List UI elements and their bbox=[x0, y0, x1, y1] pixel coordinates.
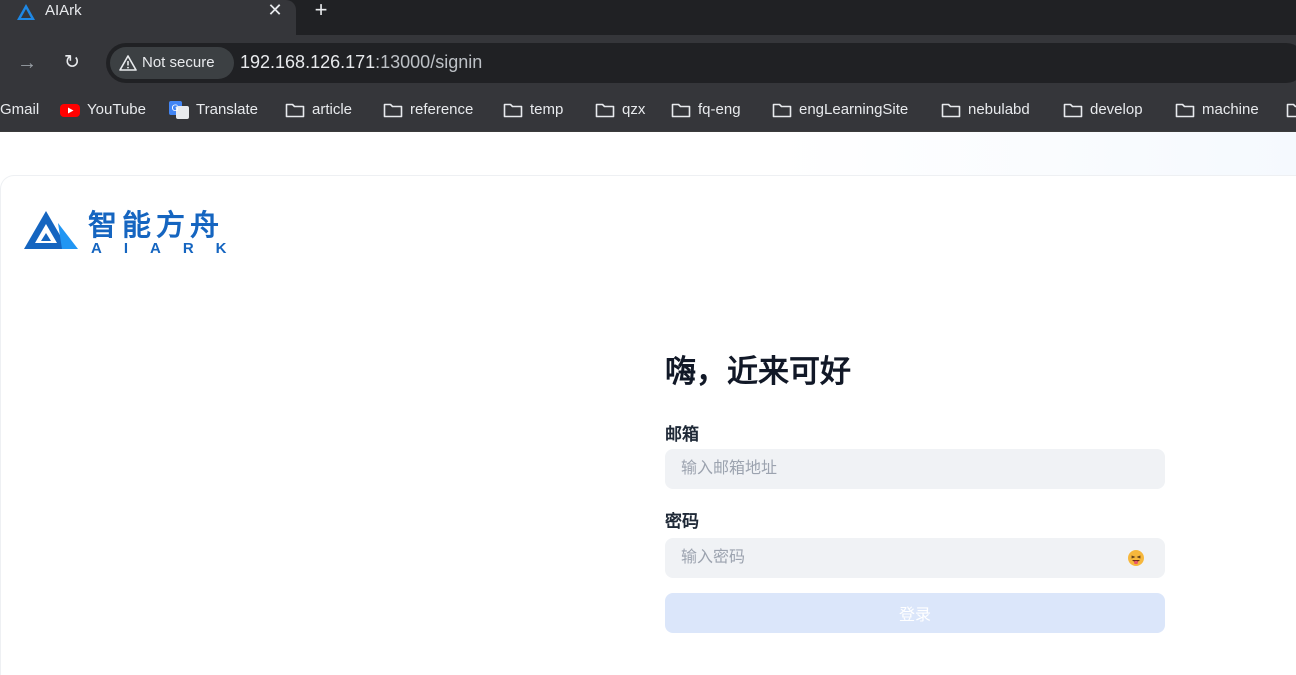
bookmark-label: fq-eng bbox=[698, 101, 741, 118]
password-label: 密码 bbox=[665, 512, 699, 531]
url-path: :13000/signin bbox=[375, 52, 483, 72]
youtube-icon bbox=[60, 104, 80, 117]
aiark-mountain-logo-icon bbox=[24, 211, 78, 249]
aiark-favicon-icon bbox=[17, 4, 35, 20]
folder-icon bbox=[595, 103, 615, 118]
address-bar[interactable]: Not secure 192.168.126.171:13000/signin bbox=[106, 43, 1296, 83]
email-field[interactable] bbox=[665, 449, 1165, 489]
password-visibility-emoji-icon[interactable] bbox=[1127, 549, 1145, 567]
bookmarks-bar: Gmail YouTube G Translate article refere… bbox=[0, 90, 1296, 132]
bookmark-label: nebulabd bbox=[968, 101, 1030, 118]
bookmark-label: reference bbox=[410, 101, 474, 118]
bookmark-label: Translate bbox=[196, 101, 258, 118]
password-field[interactable] bbox=[665, 538, 1165, 578]
bookmark-label: qzx bbox=[622, 101, 646, 118]
bookmark-label: article bbox=[312, 101, 353, 118]
tab-aiark[interactable]: AIArk ✕ bbox=[0, 0, 296, 35]
bookmark-label: develop bbox=[1090, 101, 1143, 118]
folder-icon bbox=[772, 103, 792, 118]
translate-icon: G bbox=[169, 101, 189, 119]
bookmark-label: temp bbox=[530, 101, 564, 118]
folder-icon bbox=[1175, 103, 1195, 118]
email-label: 邮箱 bbox=[665, 425, 699, 444]
bookmark-label: machine bbox=[1202, 101, 1259, 118]
bookmark-label: YouTube bbox=[87, 101, 146, 118]
bookmark-label: engLearningSite bbox=[799, 101, 909, 118]
security-chip[interactable]: Not secure bbox=[110, 47, 234, 79]
folder-icon bbox=[1063, 103, 1083, 118]
tab-strip: AIArk ✕ + bbox=[0, 0, 1296, 35]
svg-text:G: G bbox=[172, 104, 179, 114]
warning-triangle-icon bbox=[119, 55, 137, 71]
brand-name-en: AIARK bbox=[91, 240, 249, 257]
login-button[interactable]: 登录 bbox=[665, 593, 1165, 633]
url-text[interactable]: 192.168.126.171:13000/signin bbox=[240, 52, 482, 73]
tab-close-icon[interactable]: ✕ bbox=[265, 0, 285, 22]
new-tab-button[interactable]: + bbox=[310, 0, 332, 21]
folder-icon bbox=[671, 103, 691, 118]
page-title: 嗨，近来可好 bbox=[665, 354, 851, 389]
browser-toolbar: → ↻ Not secure 192.168.126.171:13000/sig… bbox=[0, 35, 1296, 90]
brand-name-cn: 智能方舟 bbox=[88, 210, 225, 242]
security-chip-label: Not secure bbox=[142, 54, 215, 71]
url-host: 192.168.126.171 bbox=[240, 52, 376, 72]
signin-page: 智能方舟 AIARK 嗨，近来可好 邮箱 密码 登录 bbox=[0, 132, 1296, 675]
forward-icon[interactable]: → bbox=[16, 52, 38, 74]
folder-icon bbox=[1286, 103, 1296, 118]
aiark-logo: 智能方舟 AIARK bbox=[24, 204, 234, 257]
reload-icon[interactable]: ↻ bbox=[61, 52, 83, 74]
folder-icon bbox=[941, 103, 961, 118]
folder-icon bbox=[383, 103, 403, 118]
tab-title: AIArk bbox=[45, 2, 82, 19]
folder-icon bbox=[503, 103, 523, 118]
bookmark-label: Gmail bbox=[0, 101, 40, 118]
folder-icon bbox=[285, 103, 305, 118]
